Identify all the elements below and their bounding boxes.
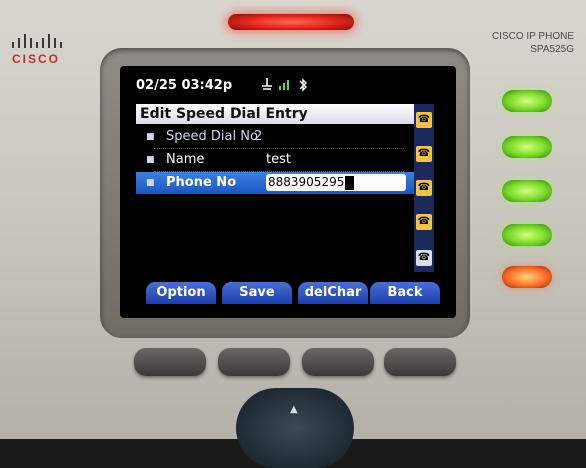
phone-icon[interactable]: ☎ <box>416 180 432 196</box>
field-name[interactable]: ■ Name test <box>136 149 418 171</box>
phone-icon[interactable]: ☎ <box>416 214 432 230</box>
softkey-bar: Option Save delChar Back <box>140 282 440 304</box>
input-value: 8883905295 <box>268 175 345 189</box>
back-softkey[interactable]: Back <box>370 282 440 304</box>
arrow-up-icon[interactable]: ▲ <box>290 404 298 415</box>
navigation-pad[interactable] <box>236 388 354 468</box>
phone-number-input[interactable]: 8883905295 <box>266 174 406 191</box>
bluetooth-icon <box>298 78 308 95</box>
field-phone-no[interactable]: ■ Phone No 8883905295 <box>136 172 418 194</box>
line-led-3[interactable] <box>502 180 552 202</box>
field-label: Name <box>166 152 205 167</box>
signal-icon <box>278 78 292 93</box>
softkey-button-3[interactable] <box>302 348 374 376</box>
status-bar: 02/25 03:42p <box>120 66 456 104</box>
delchar-softkey[interactable]: delChar <box>298 282 368 304</box>
line-led-1[interactable] <box>502 90 552 112</box>
network-icon <box>260 78 274 93</box>
bullet-icon: ■ <box>146 132 155 142</box>
softkey-button-4[interactable] <box>384 348 456 376</box>
bullet-icon: ■ <box>146 155 155 165</box>
softkey-button-1[interactable] <box>134 348 206 376</box>
brand-logo-text: CISCO <box>12 52 61 66</box>
field-label: Phone No <box>166 175 237 190</box>
page-title: Edit Speed Dial Entry <box>136 104 418 124</box>
field-speed-dial-no[interactable]: ■ Speed Dial No 2 <box>136 126 418 148</box>
message-indicator-led <box>228 14 354 30</box>
phone-icon[interactable]: ☎ <box>416 112 432 128</box>
field-label: Speed Dial No <box>166 129 258 144</box>
softkey-button-2[interactable] <box>218 348 290 376</box>
phone-icon[interactable]: ☎ <box>416 146 432 162</box>
field-value: test <box>266 152 291 167</box>
line-led-2[interactable] <box>502 136 552 158</box>
phone-bezel: CISCO CISCO IP PHONE SPA525G 02/25 03:42… <box>0 0 586 468</box>
line-led-5[interactable] <box>502 266 552 288</box>
line-led-4[interactable] <box>502 224 552 246</box>
save-softkey[interactable]: Save <box>222 282 292 304</box>
model-label: CISCO IP PHONE SPA525G <box>492 30 574 56</box>
option-softkey[interactable]: Option <box>146 282 216 304</box>
bullet-icon: ■ <box>146 178 155 188</box>
text-cursor <box>345 175 355 190</box>
datetime-label: 02/25 03:42p <box>136 78 233 93</box>
field-value: 2 <box>254 129 263 144</box>
phone-icon[interactable]: ☎ <box>416 250 432 266</box>
line-keys-panel: ☎ ☎ ☎ ☎ ☎ <box>414 104 434 272</box>
model-line-1: CISCO IP PHONE <box>491 31 574 42</box>
lcd-screen: 02/25 03:42p Edit Speed Dial Entry ■ Spe… <box>120 66 456 318</box>
model-line-2: SPA525G <box>530 44 574 55</box>
